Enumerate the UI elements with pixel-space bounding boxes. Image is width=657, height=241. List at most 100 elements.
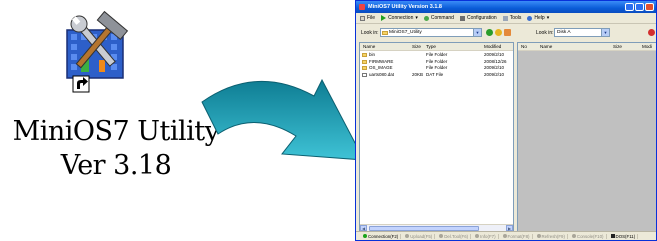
menu-configuration-label: Configuration — [466, 15, 497, 21]
refresh-icon — [536, 234, 541, 238]
refresh-icon[interactable] — [486, 29, 493, 36]
upload-tab-label: Upload(F5) — [410, 233, 433, 239]
column-header-size[interactable]: Size — [613, 44, 622, 49]
file-icon — [362, 72, 367, 77]
column-header-modified[interactable]: Modified — [484, 44, 501, 49]
menu-help-label: Help — [534, 15, 545, 21]
menu-bar: File Connection ▾ Command Configuration … — [356, 13, 656, 24]
dos-tab[interactable]: DOS(F11) — [609, 233, 639, 239]
menu-tools-label: Tools — [509, 15, 522, 21]
menu-command-label: Command — [430, 15, 454, 21]
console-icon — [571, 234, 576, 238]
minios7-utility-window: MiniOS7 Utility Version 3.1.8 File Conne… — [355, 0, 657, 241]
tools-icon — [502, 15, 508, 21]
right-look-in-combo[interactable]: Disk A ▼ — [554, 28, 610, 37]
close-button[interactable] — [645, 3, 654, 11]
new-folder-icon[interactable] — [504, 29, 511, 36]
row-type: DAT File — [426, 71, 444, 77]
maximize-button[interactable] — [635, 3, 644, 11]
row-modified: 2009/2/10 — [484, 52, 505, 57]
row-type: File Folder — [426, 52, 448, 57]
column-header-type[interactable]: Type — [426, 44, 436, 49]
minios7-utility-shortcut-icon[interactable] — [63, 10, 129, 102]
play-icon — [381, 15, 387, 21]
chevron-down-icon: ▾ — [415, 15, 418, 21]
left-look-in-label: Look in: — [361, 30, 379, 36]
format-tab-label: Format(F8) — [507, 233, 530, 239]
play-icon — [363, 234, 367, 238]
format-icon — [502, 234, 507, 238]
menu-tools[interactable]: Tools — [502, 15, 522, 21]
app-icon — [359, 4, 365, 10]
upload-icon — [405, 234, 410, 238]
menu-file[interactable]: File — [360, 15, 375, 21]
left-look-in-value: MiniOS7_Utility — [389, 30, 422, 35]
upload-tab[interactable]: Upload(F5) — [403, 233, 436, 239]
row-name: bin — [369, 52, 376, 57]
delete-icon — [439, 234, 444, 238]
file-icon — [360, 15, 365, 21]
chevron-down-icon[interactable]: ▼ — [601, 29, 609, 36]
horizontal-scrollbar[interactable]: ◀ ▶ — [360, 224, 513, 231]
dos-icon — [610, 234, 615, 238]
row-type: File Folder — [426, 58, 448, 64]
row-size: 20KB — [412, 71, 424, 77]
connection-tab-label: Connection(F2) — [368, 233, 399, 239]
minimize-button[interactable] — [625, 3, 634, 11]
up-folder-icon[interactable] — [495, 29, 502, 36]
folder-icon — [362, 53, 367, 57]
column-header-name[interactable]: Name — [540, 44, 552, 49]
column-header-size[interactable]: Size — [412, 44, 421, 49]
format-tab[interactable]: Format(F8) — [501, 233, 533, 239]
remote-column-headers: No Name Size Modi — [518, 43, 656, 51]
console-tab[interactable]: Console(F10) — [570, 233, 607, 239]
table-row[interactable]: uarts080.dat 20KB DAT File 2009/2/10 — [360, 72, 513, 79]
command-icon — [423, 15, 429, 21]
dos-tab-label: DOS(F11) — [615, 233, 636, 239]
info-icon — [475, 234, 480, 238]
menu-help[interactable]: Help ▾ — [527, 15, 549, 21]
window-title: MiniOS7 Utility Version 3.1.8 — [368, 4, 442, 10]
local-column-headers: Name Size Type Modified — [360, 43, 513, 51]
menu-connection-label: Connection — [388, 15, 414, 21]
folder-icon — [362, 59, 367, 64]
delete-tool-tab-label: Del.Tool(F6) — [444, 233, 469, 239]
row-name: FIRMWARE — [369, 58, 394, 64]
menu-configuration[interactable]: Configuration — [459, 15, 497, 21]
column-header-modified[interactable]: Modi — [642, 44, 652, 49]
console-tab-label: Console(F10) — [576, 233, 604, 239]
delete-tool-tab[interactable]: Del.Tool(F6) — [437, 233, 472, 239]
connection-tab[interactable]: Connection(F2) — [361, 233, 402, 239]
folder-icon — [382, 30, 388, 35]
stop-icon[interactable] — [648, 29, 655, 36]
config-icon — [459, 15, 465, 21]
row-modified: 2008/12/26 — [484, 58, 507, 64]
info-tab[interactable]: Info(F7) — [473, 233, 499, 239]
help-icon — [527, 15, 533, 21]
row-modified: 2009/2/10 — [484, 71, 505, 77]
left-look-in-combo[interactable]: MiniOS7_Utility ▼ — [380, 28, 482, 37]
path-bar: Look in: MiniOS7_Utility ▼ Look in: Disk… — [356, 25, 656, 41]
column-header-no[interactable]: No — [521, 44, 527, 49]
chevron-down-icon: ▾ — [546, 15, 550, 21]
refresh-tab[interactable]: Refresh(F9) — [535, 233, 568, 239]
chevron-down-icon[interactable]: ▼ — [473, 29, 481, 36]
local-file-list: Name Size Type Modified bin File Folder … — [359, 42, 514, 232]
folder-icon — [362, 66, 367, 70]
row-modified: 2009/2/10 — [484, 65, 505, 70]
function-key-bar: Connection(F2) Upload(F5) Del.Tool(F6) I… — [356, 231, 656, 240]
column-header-name[interactable]: Name — [363, 44, 375, 49]
remote-file-list: No Name Size Modi — [517, 42, 656, 232]
right-look-in-label: Look in: — [536, 30, 554, 36]
row-name: OS_IMAGE — [369, 65, 393, 70]
curved-arrow-graphic — [201, 78, 365, 161]
row-name: uarts080.dat — [369, 71, 395, 77]
menu-connection[interactable]: Connection ▾ — [381, 15, 418, 21]
row-type: File Folder — [426, 65, 448, 70]
menu-file-label: File — [367, 15, 376, 21]
refresh-tab-label: Refresh(F9) — [541, 233, 565, 239]
info-tab-label: Info(F7) — [480, 233, 496, 239]
scroll-thumb[interactable] — [369, 225, 479, 231]
menu-command[interactable]: Command — [423, 15, 454, 21]
window-titlebar[interactable]: MiniOS7 Utility Version 3.1.8 — [356, 1, 656, 13]
